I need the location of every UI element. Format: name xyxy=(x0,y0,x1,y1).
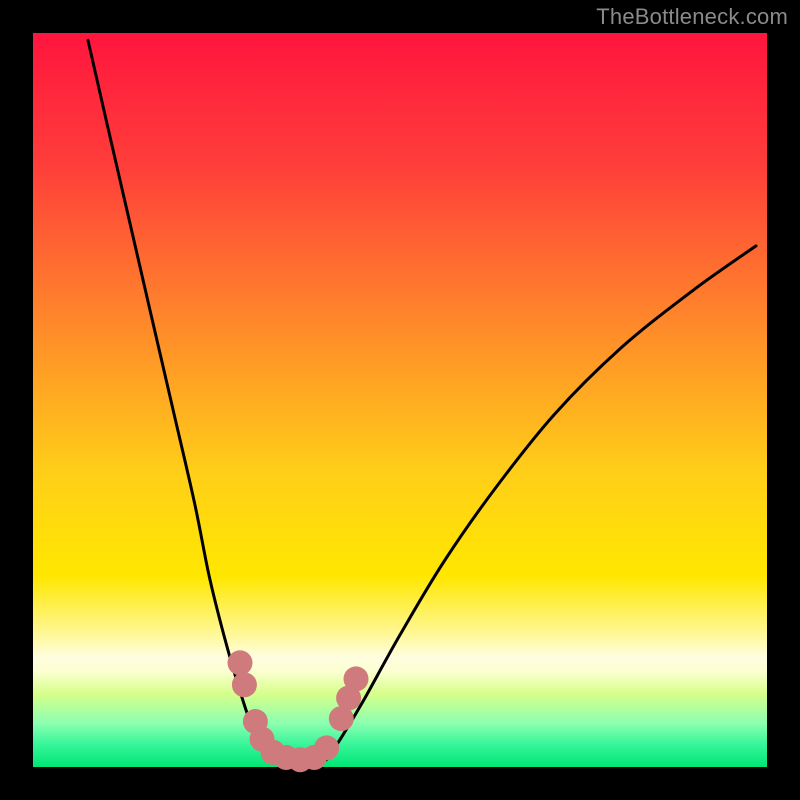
marker-dot xyxy=(314,735,339,760)
marker-dot xyxy=(228,650,253,675)
watermark-text: TheBottleneck.com xyxy=(596,4,788,30)
plot-background xyxy=(33,33,767,767)
marker-dot xyxy=(344,666,369,691)
marker-dot xyxy=(232,672,257,697)
bottleneck-chart xyxy=(0,0,800,800)
